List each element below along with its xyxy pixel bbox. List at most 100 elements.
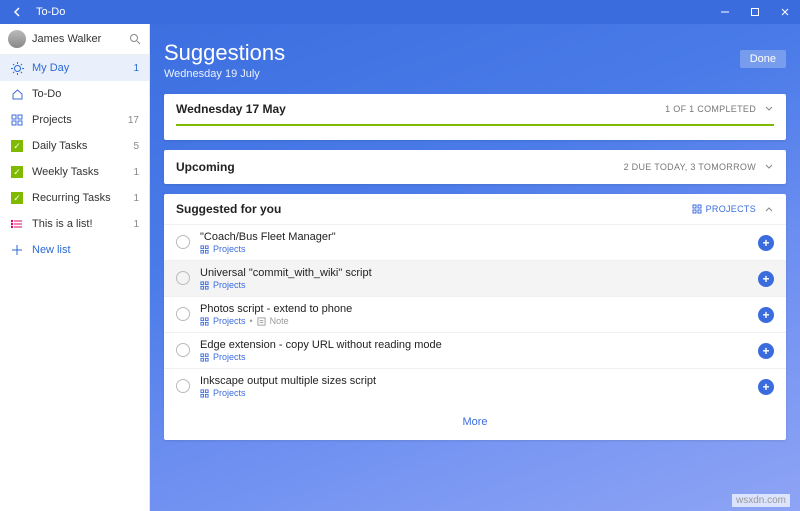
grid-icon [200, 317, 209, 326]
maximize-button[interactable] [740, 0, 770, 24]
task-list-name: Projects [213, 316, 246, 326]
minimize-button[interactable] [710, 0, 740, 24]
hero: Suggestions Wednesday 19 July Done [164, 40, 786, 80]
task-title: Photos script - extend to phone [200, 303, 758, 315]
source-label: PROJECTS [706, 204, 756, 214]
task-row[interactable]: Universal "commit_with_wiki" script Proj… [164, 260, 786, 296]
note-icon [257, 317, 266, 326]
new-list-label: New list [32, 244, 139, 256]
sidebar-item-count: 1 [133, 193, 139, 204]
task-title: "Coach/Bus Fleet Manager" [200, 231, 758, 243]
task-list-name: Projects [213, 244, 246, 254]
sidebar-item-label: Daily Tasks [32, 140, 125, 152]
progress-bar [164, 124, 786, 140]
close-button[interactable] [770, 0, 800, 24]
checkbox-icon [10, 191, 24, 205]
task-complete-circle[interactable] [176, 271, 190, 285]
card-suggested: Suggested for you PROJECTS "Coach/Bus Fl… [164, 194, 786, 440]
card-upcoming[interactable]: Upcoming 2 DUE TODAY, 3 TOMORROW [164, 150, 786, 184]
profile-name: James Walker [32, 33, 123, 45]
add-to-day-button[interactable]: + [758, 271, 774, 287]
done-button[interactable]: Done [740, 50, 786, 68]
task-row[interactable]: Inkscape output multiple sizes script Pr… [164, 368, 786, 404]
task-complete-circle[interactable] [176, 343, 190, 357]
task-list-name: Projects [213, 352, 246, 362]
more-link[interactable]: More [462, 416, 487, 428]
profile-row[interactable]: James Walker [0, 24, 149, 55]
avatar [8, 30, 26, 48]
sidebar-item-count: 1 [133, 219, 139, 230]
grid-icon [200, 281, 209, 290]
add-to-day-button[interactable]: + [758, 343, 774, 359]
close-icon [780, 7, 790, 17]
sidebar-item-label: This is a list! [32, 218, 125, 230]
task-row[interactable]: Edge extension - copy URL without readin… [164, 332, 786, 368]
sidebar-item-daily-tasks[interactable]: Daily Tasks 5 [0, 133, 149, 159]
main-pane: Suggestions Wednesday 19 July Done Wedne… [150, 24, 800, 511]
grid-icon [200, 389, 209, 398]
sidebar-item-count: 1 [133, 63, 139, 74]
plus-icon [10, 243, 24, 257]
card-past-day[interactable]: Wednesday 17 May 1 OF 1 COMPLETED [164, 94, 786, 140]
sidebar: James Walker My Day 1 To-Do Projects 17 [0, 24, 150, 511]
more-row: More [164, 404, 786, 440]
sidebar-item-count: 5 [133, 141, 139, 152]
task-title: Universal "commit_with_wiki" script [200, 267, 758, 279]
task-list: "Coach/Bus Fleet Manager" Projects + Uni… [164, 224, 786, 404]
checkbox-icon [10, 139, 24, 153]
search-icon[interactable] [129, 33, 141, 45]
sidebar-item-label: To-Do [32, 88, 131, 100]
sidebar-item-my-day[interactable]: My Day 1 [0, 55, 149, 81]
arrow-left-icon [12, 6, 24, 18]
app-title: To-Do [36, 6, 65, 18]
chevron-up-icon [764, 204, 774, 214]
task-title: Edge extension - copy URL without readin… [200, 339, 758, 351]
source-badge[interactable]: PROJECTS [692, 204, 756, 214]
grid-icon [692, 204, 702, 214]
task-complete-circle[interactable] [176, 379, 190, 393]
card-header[interactable]: Suggested for you PROJECTS [164, 194, 786, 224]
sidebar-item-recurring-tasks[interactable]: Recurring Tasks 1 [0, 185, 149, 211]
nav-list: My Day 1 To-Do Projects 17 Daily Tasks 5… [0, 55, 149, 263]
task-list-name: Projects [213, 280, 246, 290]
grid-icon [200, 353, 209, 362]
task-title: Inkscape output multiple sizes script [200, 375, 758, 387]
page-title: Suggestions [164, 40, 786, 66]
sun-icon [10, 61, 24, 75]
window-controls [710, 0, 800, 24]
sidebar-item-todo[interactable]: To-Do [0, 81, 149, 107]
sidebar-item-projects[interactable]: Projects 17 [0, 107, 149, 133]
home-icon [10, 87, 24, 101]
task-row[interactable]: Photos script - extend to phone Projects… [164, 296, 786, 332]
chevron-down-icon [764, 162, 774, 172]
new-list-button[interactable]: New list [0, 237, 149, 263]
add-to-day-button[interactable]: + [758, 307, 774, 323]
grid-icon [10, 113, 24, 127]
sidebar-item-label: My Day [32, 62, 125, 74]
card-header[interactable]: Upcoming 2 DUE TODAY, 3 TOMORROW [164, 150, 786, 184]
back-button[interactable] [8, 6, 28, 18]
maximize-icon [750, 7, 760, 17]
card-title: Wednesday 17 May [176, 102, 665, 116]
card-meta: 1 OF 1 COMPLETED [665, 104, 756, 114]
sidebar-item-count: 17 [128, 115, 139, 126]
task-row[interactable]: "Coach/Bus Fleet Manager" Projects + [164, 224, 786, 260]
sidebar-item-weekly-tasks[interactable]: Weekly Tasks 1 [0, 159, 149, 185]
watermark: wsxdn.com [732, 494, 790, 507]
sidebar-item-custom-list[interactable]: This is a list! 1 [0, 211, 149, 237]
add-to-day-button[interactable]: + [758, 235, 774, 251]
list-icon [10, 217, 24, 231]
checkbox-icon [10, 165, 24, 179]
sidebar-item-count: 1 [133, 167, 139, 178]
titlebar: To-Do [0, 0, 800, 24]
task-complete-circle[interactable] [176, 235, 190, 249]
card-title: Upcoming [176, 160, 624, 174]
task-note-label: Note [270, 316, 289, 326]
task-complete-circle[interactable] [176, 307, 190, 321]
task-list-name: Projects [213, 388, 246, 398]
minimize-icon [720, 7, 730, 17]
sidebar-item-label: Recurring Tasks [32, 192, 125, 204]
card-header[interactable]: Wednesday 17 May 1 OF 1 COMPLETED [164, 94, 786, 124]
card-title: Suggested for you [176, 202, 692, 216]
add-to-day-button[interactable]: + [758, 379, 774, 395]
